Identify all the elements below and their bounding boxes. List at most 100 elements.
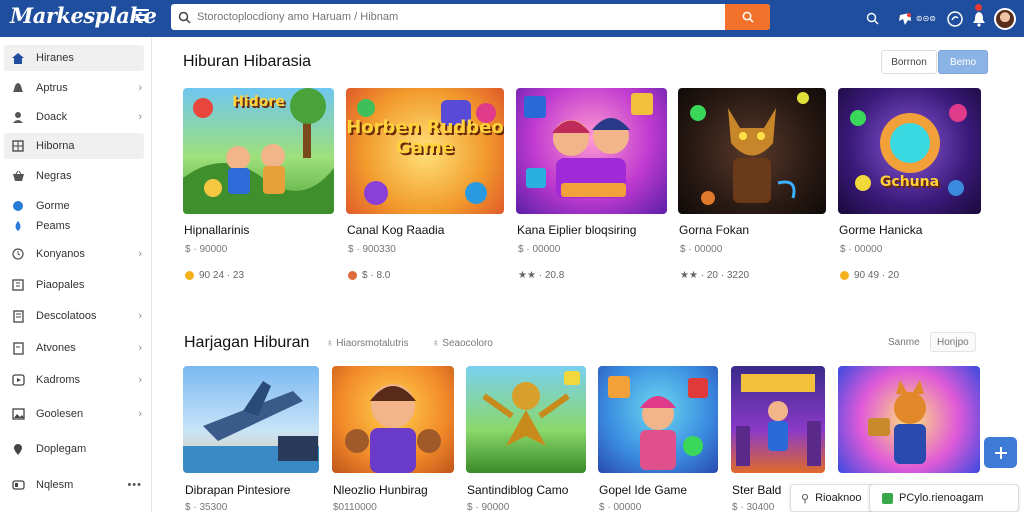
app-icon	[882, 492, 893, 504]
bell-icon	[10, 81, 26, 95]
card-price: $ · 00000	[518, 244, 561, 255]
notification-icon[interactable]	[970, 10, 988, 28]
search-icon[interactable]	[864, 10, 882, 28]
card-title[interactable]: Nleozlio Hunbirag	[333, 483, 428, 497]
thumbnail-caption: Hidore	[232, 94, 285, 110]
sidebar-item-hiborna[interactable]: Hiborna	[4, 133, 144, 159]
card-rating: $ · 8.0	[348, 270, 390, 281]
game-thumbnail[interactable]	[466, 366, 586, 473]
sidebar-item-label: Goolesen	[36, 408, 84, 420]
chevron-right-icon: ›	[138, 111, 142, 123]
search-button[interactable]	[725, 4, 770, 30]
search-bar	[171, 4, 770, 30]
sidebar-item-atvones[interactable]: Atvones ›	[4, 335, 144, 361]
card-title[interactable]: Gorme Hanicka	[839, 223, 922, 237]
sidebar-item-home[interactable]: Hiranes	[4, 45, 144, 71]
sidebar-item-doplegam[interactable]: Doplegam	[4, 436, 144, 462]
card-rating: 90 24 · 23	[185, 270, 244, 281]
game-thumbnail[interactable]: Hidore	[183, 88, 334, 214]
section-meta: ♁ Hiaorsmotalutris	[326, 338, 409, 349]
sidebar-item-peams[interactable]: Peams	[4, 213, 144, 239]
image-icon	[10, 407, 26, 421]
sidebar-item-konyanos[interactable]: Konyanos ›	[4, 241, 144, 267]
section-title: Harjagan Hiburan	[184, 334, 310, 351]
sidebar-item-label: Descolatoos	[36, 310, 97, 322]
toggle-option-1[interactable]: Borrnon	[881, 50, 937, 74]
game-thumbnail[interactable]	[731, 366, 825, 473]
globe-icon[interactable]	[946, 10, 964, 28]
game-thumbnail[interactable]	[183, 366, 319, 473]
chevron-right-icon: ›	[138, 248, 142, 260]
card-title[interactable]: Ster Bald	[732, 483, 781, 497]
card-title[interactable]: Santindiblog Camo	[467, 483, 568, 497]
pin-icon	[10, 442, 26, 456]
game-thumbnail[interactable]	[332, 366, 454, 473]
chevron-right-icon: ›	[138, 310, 142, 322]
sidebar-item-label: Piaopales	[36, 279, 85, 291]
thumbnail-caption: Gchuna	[879, 174, 940, 190]
sidebar-item-doack[interactable]: Doack ›	[4, 104, 144, 130]
gamepad-icon[interactable]	[896, 10, 914, 28]
game-thumbnail[interactable]: Horben Rudbeo Game	[346, 88, 504, 214]
basket-icon	[10, 169, 26, 183]
thumbnail-caption: Horben Rudbeo Game	[346, 117, 504, 158]
toast-label: PCylo.rienoagam	[899, 492, 984, 504]
play-icon	[10, 373, 26, 387]
sidebar-item-label: Negras	[36, 170, 72, 182]
sidebar-item-kadroms[interactable]: Kadroms ›	[4, 367, 144, 393]
card-price: $ · 00000	[680, 244, 723, 255]
card-title[interactable]: Hipnallarinis	[184, 223, 249, 237]
notification-toast[interactable]: PCylo.rienoagam	[869, 484, 1019, 512]
sidebar-item-piaopales[interactable]: Piaopales	[4, 272, 144, 298]
sidebar-item-label: Doplegam	[36, 443, 87, 455]
filter-chip[interactable]: Sanme	[882, 332, 926, 352]
doc-icon	[10, 341, 26, 355]
sidebar-item-goolesen[interactable]: Goolesen ›	[4, 401, 144, 427]
card-title[interactable]: Canal Kog Raadia	[347, 223, 444, 237]
top-bar: Markesplake ⊜⊝⊜	[0, 0, 1024, 37]
floating-action-button[interactable]	[984, 437, 1017, 468]
section-title: Hiburan Hibarasia	[183, 53, 312, 70]
toggle-option-2[interactable]: Bemo	[938, 50, 988, 74]
notification-toast[interactable]: ⚲ Rioaknoo	[790, 484, 876, 512]
card-title[interactable]: Kana Eiplier bloqsiring	[517, 223, 636, 237]
card-title[interactable]: Gorna Fokan	[679, 223, 749, 237]
game-thumbnail[interactable]	[516, 88, 667, 214]
lock-icon	[10, 478, 26, 492]
sidebar-item-negras[interactable]: Negras	[4, 163, 144, 189]
list-icon	[10, 309, 26, 323]
sidebar-item-label: Gorme	[36, 200, 70, 212]
menu-icon[interactable]	[135, 9, 149, 23]
card-price: $ · 00000	[840, 244, 883, 255]
sidebar-item-descolatoos[interactable]: Descolatoos ›	[4, 303, 144, 329]
game-thumbnail[interactable]	[598, 366, 718, 473]
search-input[interactable]	[197, 5, 725, 29]
game-thumbnail[interactable]: Gchuna	[838, 88, 981, 214]
drop-icon	[10, 219, 26, 233]
user-icon	[10, 110, 26, 124]
card-title[interactable]: Gopel Ide Game	[599, 483, 687, 497]
coin-icon	[348, 271, 357, 280]
game-thumbnail[interactable]	[838, 366, 980, 473]
filter-chip[interactable]: Honjpo	[930, 332, 976, 352]
sidebar-item-label: Doack	[36, 111, 68, 123]
avatar[interactable]	[994, 7, 1016, 30]
sidebar-item-label: Nqlesm	[36, 479, 74, 491]
more-icon[interactable]: •••	[127, 479, 142, 491]
sidebar-item-label: Aptrus	[36, 82, 68, 94]
card-price: $0110000	[333, 502, 377, 512]
section-meta: ♁ Seaocoloro	[432, 338, 493, 349]
card-price: $ · 90000	[467, 502, 510, 512]
status-text: ⊜⊝⊜	[915, 14, 936, 23]
card-rating: 90 49 · 20	[840, 270, 899, 281]
coin-icon	[840, 271, 849, 280]
sidebar-item-aptrus[interactable]: Aptrus ›	[4, 75, 144, 101]
sidebar-item-label: Peams	[36, 220, 71, 232]
sidebar-item-nqlesm[interactable]: Nqlesm •••	[4, 472, 144, 498]
card-title[interactable]: Dibrapan Pintesiore	[185, 483, 290, 497]
card-price: $ · 30400	[732, 502, 775, 512]
card-price: $ · 90000	[185, 244, 228, 255]
chat-icon	[10, 199, 26, 213]
search-icon	[171, 4, 197, 30]
game-thumbnail[interactable]	[678, 88, 826, 214]
